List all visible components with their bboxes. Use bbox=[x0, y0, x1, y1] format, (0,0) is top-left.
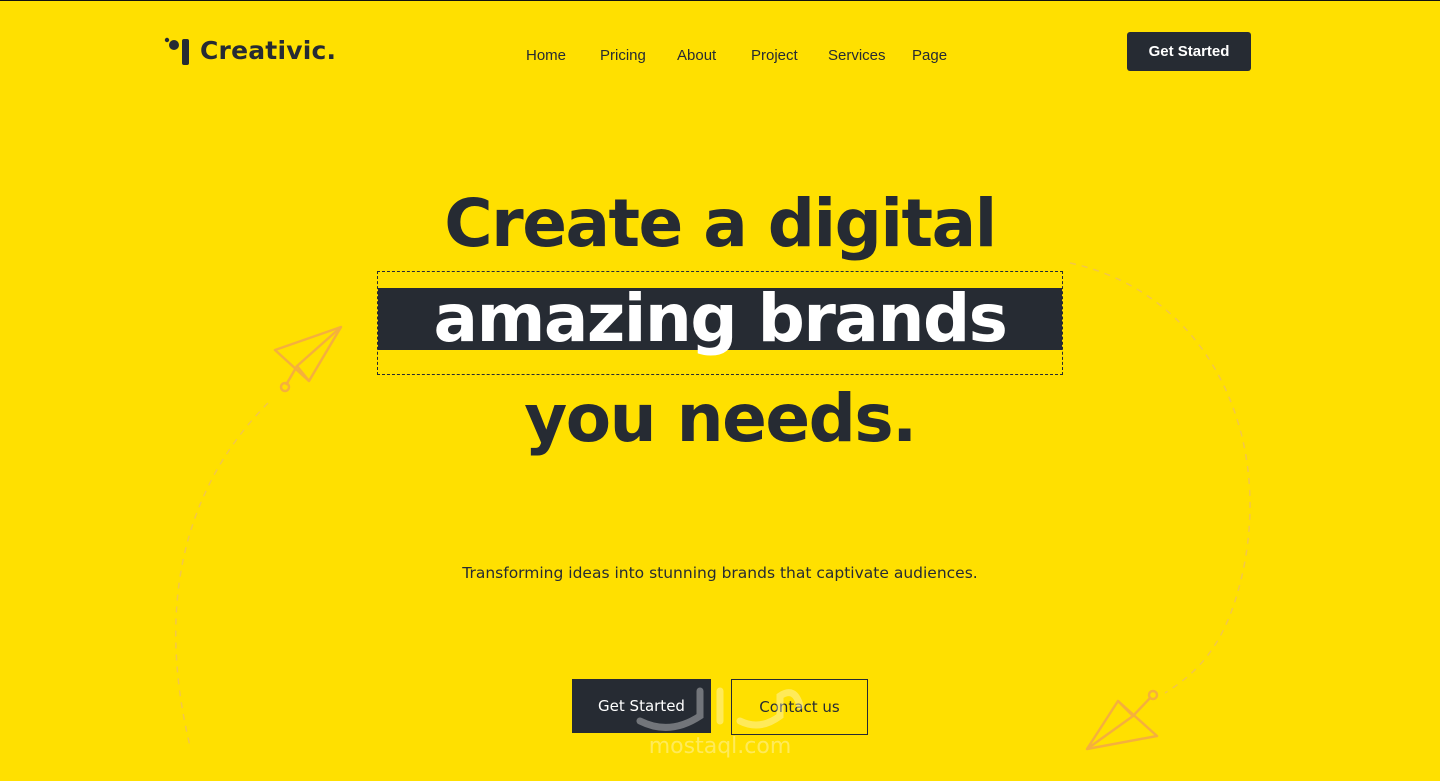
nav-item-home[interactable]: Home bbox=[526, 47, 566, 64]
hero-title-highlight: amazing brands bbox=[433, 280, 1008, 357]
hero-get-started-button[interactable]: Get Started bbox=[572, 679, 711, 733]
watermark-text: mostaql.com bbox=[648, 734, 792, 759]
hero-highlight-box: amazing brands bbox=[377, 271, 1063, 375]
paper-plane-icon bbox=[1085, 689, 1159, 751]
nav-item-pricing[interactable]: Pricing bbox=[600, 47, 646, 64]
nav-item-project[interactable]: Project bbox=[751, 47, 798, 64]
header-get-started-button[interactable]: Get Started bbox=[1127, 32, 1251, 71]
nav-item-services[interactable]: Services bbox=[828, 47, 886, 64]
contact-us-button[interactable]: Contact us bbox=[731, 679, 868, 735]
paper-plane-icon bbox=[273, 325, 343, 393]
nav-item-page[interactable]: Page bbox=[912, 47, 947, 64]
hero-subtitle: Transforming ideas into stunning brands … bbox=[462, 564, 978, 582]
dashed-curve-right bbox=[1069, 262, 1251, 694]
nav-item-about[interactable]: About bbox=[677, 47, 716, 64]
hero-title-line-3: you needs. bbox=[524, 380, 917, 457]
hero-title-line-1: Create a digital bbox=[444, 185, 997, 262]
